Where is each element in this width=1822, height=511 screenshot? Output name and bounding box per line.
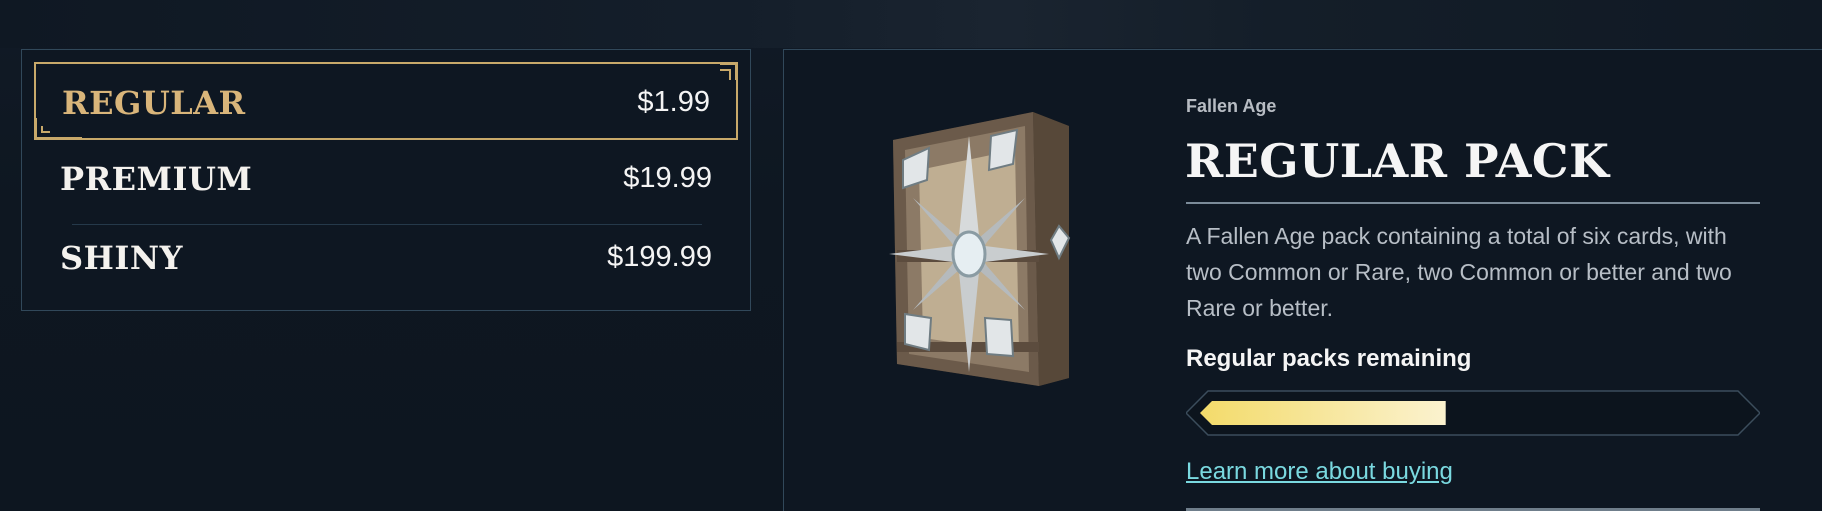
title-divider bbox=[1186, 202, 1760, 204]
tier-option-regular[interactable]: REGULAR $1.99 bbox=[34, 62, 738, 140]
pack-tier-selector: REGULAR $1.99 PREMIUM $19.99 SHINY $199.… bbox=[21, 49, 751, 311]
tier-name: PREMIUM bbox=[60, 160, 253, 198]
tier-option-premium[interactable]: PREMIUM $19.99 bbox=[34, 140, 738, 218]
tier-name: SHINY bbox=[60, 239, 183, 277]
learn-more-link[interactable]: Learn more about buying bbox=[1186, 458, 1453, 486]
top-background-band bbox=[0, 0, 1822, 48]
fallen-age-card-pack-icon bbox=[889, 112, 1071, 386]
tier-price: $19.99 bbox=[623, 162, 712, 194]
pack-description: A Fallen Age pack containing a total of … bbox=[1186, 223, 1732, 321]
pack-title: REGULAR PACK bbox=[1185, 134, 1610, 188]
corner-ornament-icon bbox=[720, 63, 737, 80]
packs-remaining-progress-bar bbox=[1186, 390, 1760, 436]
tier-price: $199.99 bbox=[607, 241, 712, 273]
tier-name: REGULAR bbox=[62, 84, 246, 122]
franchise-label: Fallen Age bbox=[1186, 96, 1277, 116]
packs-remaining-label: Regular packs remaining bbox=[1186, 345, 1472, 372]
tier-option-shiny[interactable]: SHINY $199.99 bbox=[34, 219, 738, 297]
progress-fill bbox=[1200, 401, 1446, 425]
tier-price: $1.99 bbox=[637, 86, 710, 118]
